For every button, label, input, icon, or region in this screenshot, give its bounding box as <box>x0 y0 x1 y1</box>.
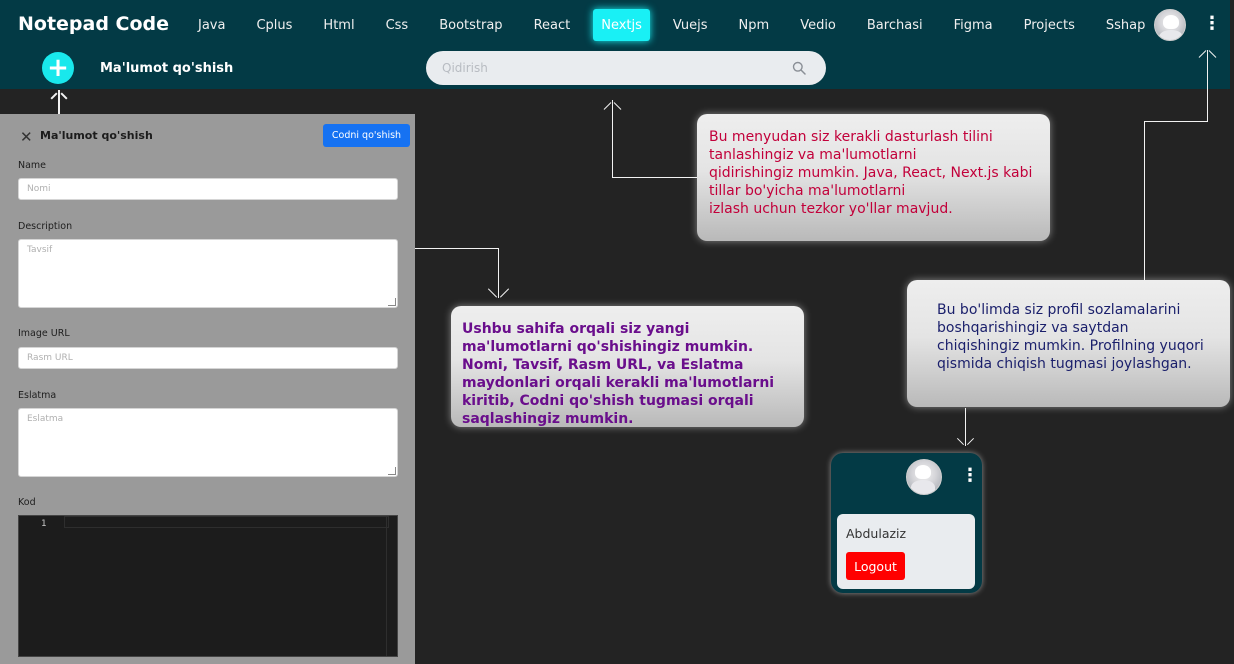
more-menu-icon[interactable]: ⋮ <box>1203 15 1221 33</box>
search-icon[interactable] <box>792 61 806 75</box>
note-label: Eslatma <box>18 390 57 401</box>
avatar[interactable] <box>1154 9 1186 41</box>
arrow-head-icon <box>613 102 622 110</box>
editor-scrollbar[interactable] <box>386 516 387 656</box>
arrow-head-icon <box>499 288 510 298</box>
connector-line <box>612 177 698 178</box>
connector-line <box>1207 50 1208 122</box>
menu-tooltip-text: Bu menyudan siz kerakli dasturlash tilin… <box>709 129 1033 217</box>
nav-item-html[interactable]: Html <box>315 9 362 41</box>
description-label: Description <box>18 221 73 232</box>
nav-item-nextjs[interactable]: Nextjs <box>593 9 650 41</box>
image-url-field[interactable] <box>18 347 398 369</box>
resize-handle-icon[interactable] <box>388 298 396 306</box>
nav-item-sshap[interactable]: Sshap <box>1098 9 1153 41</box>
nav-item-vuejs[interactable]: Vuejs <box>665 9 716 41</box>
more-menu-icon[interactable]: ⋮ <box>961 467 979 485</box>
add-code-button[interactable]: Codni qo'shish <box>323 124 410 147</box>
arrow-head-icon <box>50 92 58 100</box>
connector-line <box>1144 121 1145 281</box>
logout-button[interactable]: Logout <box>846 552 905 580</box>
description-field[interactable] <box>18 239 398 308</box>
close-icon[interactable]: ✕ <box>20 128 33 146</box>
connector-line <box>498 248 499 298</box>
arrow-head-icon <box>60 92 68 100</box>
drawer-title: Ma'lumot qo'shish <box>40 129 153 142</box>
profile-card: ⋮ Abdulaziz Logout <box>831 453 982 593</box>
nav-item-barchasi[interactable]: Barchasi <box>859 9 931 41</box>
connector-line <box>1144 121 1208 122</box>
add-data-tooltip: Ushbu sahifa orqali siz yangi ma'lumotla… <box>451 306 804 427</box>
nav-item-css[interactable]: Css <box>378 9 417 41</box>
app-title[interactable]: Notepad Code <box>18 13 169 35</box>
nav-item-npm[interactable]: Npm <box>731 9 778 41</box>
resize-handle-icon[interactable] <box>388 467 396 475</box>
image-url-label: Image URL <box>18 328 70 339</box>
search-input[interactable] <box>442 59 782 77</box>
avatar[interactable] <box>906 459 942 495</box>
nav-item-bootstrap[interactable]: Bootstrap <box>431 9 510 41</box>
name-label: Name <box>18 160 47 171</box>
add-button[interactable]: + <box>42 52 74 84</box>
line-number: 1 <box>41 519 47 529</box>
nav-item-figma[interactable]: Figma <box>946 9 1001 41</box>
nav-item-cplus[interactable]: Cplus <box>248 9 300 41</box>
nav-item-projects[interactable]: Projects <box>1016 9 1083 41</box>
arrow-head-icon <box>956 437 965 446</box>
username: Abdulaziz <box>846 526 907 541</box>
nav-item-vedio[interactable]: Vedio <box>792 9 844 41</box>
current-line-highlight <box>64 516 389 528</box>
add-data-drawer: ✕ Ma'lumot qo'shish Codni qo'shish Name … <box>0 114 415 664</box>
language-nav: Java Cplus Html Css Bootstrap React Next… <box>190 8 1168 42</box>
top-navbar: Notepad Code Java Cplus Html Css Bootstr… <box>0 0 1230 89</box>
arrow-head-icon <box>603 102 612 110</box>
connector-line <box>965 408 966 446</box>
nav-item-react[interactable]: React <box>526 9 579 41</box>
add-data-tooltip-text: Ushbu sahifa orqali siz yangi ma'lumotla… <box>462 321 775 427</box>
arrow-head-icon <box>487 288 498 298</box>
name-field[interactable] <box>18 178 398 200</box>
connector-line <box>415 248 499 249</box>
add-label: Ma'lumot qo'shish <box>100 61 234 76</box>
code-label: Kod <box>18 497 36 508</box>
arrow-head-icon <box>966 437 975 446</box>
code-editor[interactable]: 1 <box>18 515 398 657</box>
profile-tooltip: Bu bo'limda siz profil sozlamalarini bos… <box>907 280 1230 407</box>
menu-tooltip: Bu menyudan siz kerakli dasturlash tilin… <box>697 114 1050 241</box>
search-bar <box>426 51 826 85</box>
note-field[interactable] <box>18 408 398 477</box>
connector-line <box>612 100 613 178</box>
nav-item-java[interactable]: Java <box>190 9 233 41</box>
profile-tooltip-text: Bu bo'limda siz profil sozlamalarini bos… <box>937 302 1204 372</box>
profile-dropdown: Abdulaziz Logout <box>837 514 975 589</box>
